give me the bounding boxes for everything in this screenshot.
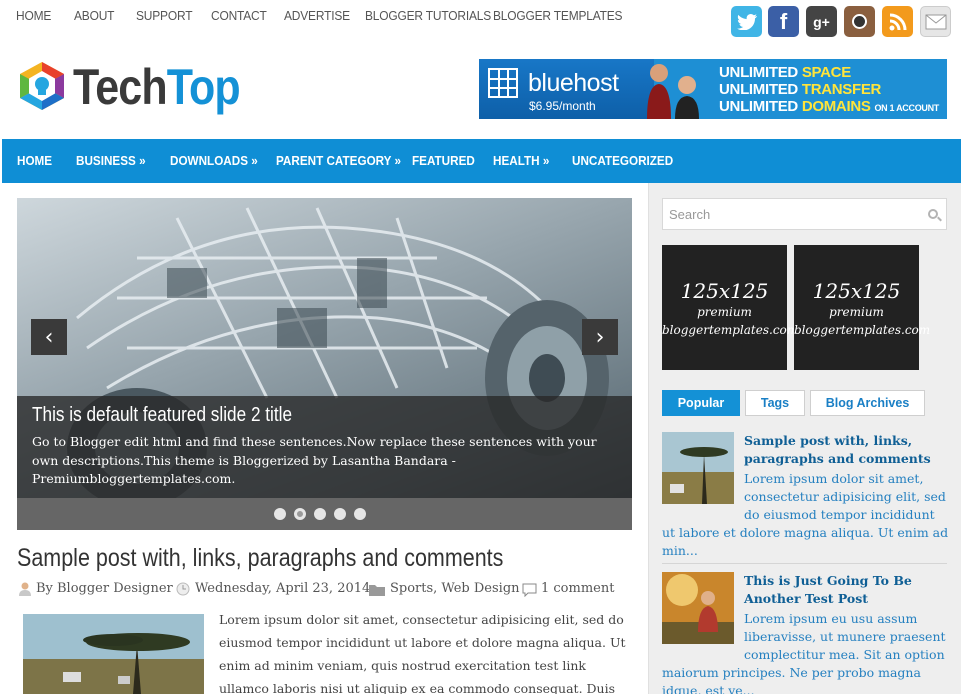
post-date-link[interactable]: Wednesday, April 23, 2014	[195, 581, 370, 596]
slider-prev-button[interactable]: ‹	[31, 319, 67, 355]
logo-hexagon-icon	[20, 62, 64, 110]
nav-downloads[interactable]: DOWNLOADS »	[170, 153, 258, 168]
popular-post-excerpt-a: Lorem ipsum dolor sit amet,	[744, 471, 924, 486]
google-plus-icon[interactable]: g+	[806, 6, 837, 37]
top-navigation: HOME ABOUT SUPPORT CONTACT ADVERTISE BLO…	[0, 0, 963, 37]
search-placeholder: Search	[669, 207, 711, 222]
header-ad-banner[interactable]: bluehost $6.95/month UNLIMITED SPACE UNL…	[479, 59, 947, 119]
top-nav-advertise[interactable]: ADVERTISE	[284, 8, 350, 23]
popular-divider	[662, 563, 947, 564]
slider-pagination	[17, 498, 632, 530]
tab-popular[interactable]: Popular	[662, 390, 740, 416]
ad-line-2: UNLIMITED TRANSFER	[719, 81, 882, 98]
bluehost-logo-icon	[488, 68, 518, 98]
facebook-icon[interactable]: f	[768, 6, 799, 37]
slider-dot-5[interactable]	[354, 508, 366, 520]
sidebar-ad-1[interactable]: 125x125 premium bloggertemplates.com	[662, 245, 799, 370]
search-input[interactable]: Search	[662, 198, 947, 230]
popular-post-title[interactable]: This is Just Going To Be Another Test Po…	[744, 572, 954, 608]
nav-health[interactable]: HEALTH »	[493, 153, 549, 168]
popular-post-title[interactable]: Sample post with, links, paragraphs and …	[744, 432, 954, 468]
logo-text-top: Top	[166, 59, 241, 115]
rss-icon[interactable]	[882, 6, 913, 37]
slider-dot-1[interactable]	[274, 508, 286, 520]
slide-description: Go to Blogger edit html and find these s…	[32, 434, 597, 486]
popular-post-excerpt-c: do eiusmod tempor incididunt	[744, 507, 935, 522]
ad-size-label: 125x125	[812, 279, 901, 303]
tab-tags[interactable]: Tags	[745, 390, 805, 416]
logo-text-tech: Tech	[73, 59, 168, 115]
site-logo[interactable]: TechTop	[16, 58, 261, 120]
ad-brand: bluehost	[528, 69, 619, 97]
top-nav-support[interactable]: SUPPORT	[136, 8, 193, 23]
slide-caption: This is default featured slide 2 title G…	[17, 396, 632, 498]
top-nav-contact[interactable]: CONTACT	[211, 8, 267, 23]
popular-post-excerpt-e: idque, est ve...	[662, 683, 755, 694]
twitter-icon[interactable]	[731, 6, 762, 37]
post-author-link[interactable]: Blogger Designer	[57, 581, 173, 596]
ad-line-1: UNLIMITED SPACE	[719, 64, 851, 81]
slide-title[interactable]: This is default featured slide 2 title	[32, 404, 292, 427]
nav-parent-category[interactable]: PARENT CATEGORY »	[276, 153, 401, 168]
popular-post-excerpt-b: liberavisse, ut munere praesent	[744, 629, 946, 644]
popular-post-excerpt-e: min...	[662, 543, 698, 558]
top-nav-home[interactable]: HOME	[16, 8, 51, 23]
sidebar-ad-2[interactable]: 125x125 premium bloggertemplates.com	[794, 245, 931, 370]
slider-dot-3[interactable]	[314, 508, 326, 520]
post-categories-link[interactable]: Sports, Web Design	[390, 581, 520, 596]
comment-icon	[522, 583, 537, 597]
top-nav-blogger-tutorials[interactable]: BLOGGER TUTORIALS	[365, 8, 491, 23]
nav-uncategorized[interactable]: UNCATEGORIZED	[572, 153, 673, 168]
post-thumbnail[interactable]	[23, 614, 204, 694]
ad-premium-label: premium	[829, 305, 884, 319]
clock-icon	[176, 582, 190, 596]
tab-blog-archives[interactable]: Blog Archives	[810, 390, 925, 416]
folder-icon	[369, 585, 385, 596]
ad-size-label: 125x125	[680, 279, 769, 303]
popular-post-excerpt-c: complectitur mea. Sit an option	[744, 647, 945, 662]
email-icon[interactable]	[920, 6, 951, 37]
search-icon[interactable]	[928, 209, 938, 219]
nav-featured[interactable]: FEATURED	[412, 153, 475, 168]
author-icon	[19, 582, 31, 596]
post-excerpt: Lorem ipsum dolor sit amet, consectetur …	[219, 612, 626, 694]
main-navigation: HOME BUSINESS » DOWNLOADS » PARENT CATEG…	[2, 139, 961, 183]
ad-line-3: UNLIMITED DOMAINS ON 1 ACCOUNT	[719, 98, 940, 115]
instagram-icon[interactable]	[844, 6, 875, 37]
ad-premium-label: premium	[697, 305, 752, 319]
popular-post-excerpt-d: maiorum principes. Ne per probo magna	[662, 665, 921, 680]
slider-dot-4[interactable]	[334, 508, 346, 520]
ad-price: $6.95/month	[529, 99, 596, 113]
slider-dot-2[interactable]	[294, 508, 306, 520]
post-title[interactable]: Sample post with, links, paragraphs and …	[17, 544, 503, 573]
ad-site-label: bloggertemplates.com	[794, 323, 931, 337]
popular-post-thumbnail[interactable]	[662, 572, 734, 644]
nav-business[interactable]: BUSINESS »	[76, 153, 146, 168]
popular-post-thumbnail[interactable]	[662, 432, 734, 504]
popular-post-excerpt-d: ut labore et dolore magna aliqua. Ut eni…	[662, 525, 949, 540]
post-by-label: By	[36, 581, 53, 596]
popular-post-excerpt-a: Lorem ipsum eu usu assum	[744, 611, 918, 626]
popular-post-excerpt-b: consectetur adipisicing elit, sed	[744, 489, 946, 504]
featured-slider: ‹ › This is default featured slide 2 tit…	[17, 198, 632, 530]
top-nav-blogger-templates[interactable]: BLOGGER TEMPLATES	[493, 8, 623, 23]
post-comments-link[interactable]: 1 comment	[541, 581, 614, 596]
nav-home[interactable]: HOME	[17, 153, 52, 168]
top-nav-about[interactable]: ABOUT	[74, 8, 114, 23]
ad-people-image	[647, 64, 699, 119]
slider-next-button[interactable]: ›	[582, 319, 618, 355]
ad-site-label: bloggertemplates.com	[662, 323, 799, 337]
